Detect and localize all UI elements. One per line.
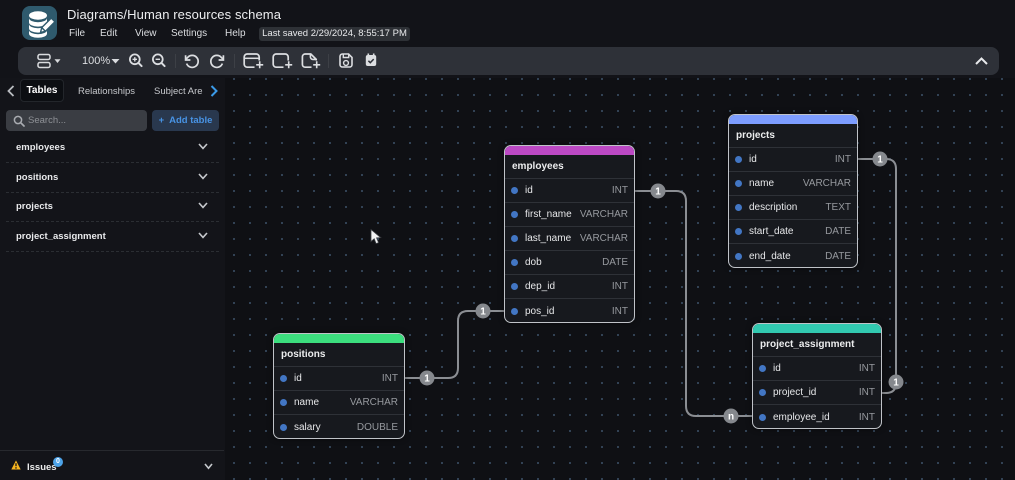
svg-text:1: 1 [424,374,430,385]
svg-text:1: 1 [877,155,883,166]
svg-text:1: 1 [480,307,486,318]
svg-text:1: 1 [893,378,899,389]
svg-text:n: n [728,412,734,423]
svg-text:1: 1 [655,187,661,198]
